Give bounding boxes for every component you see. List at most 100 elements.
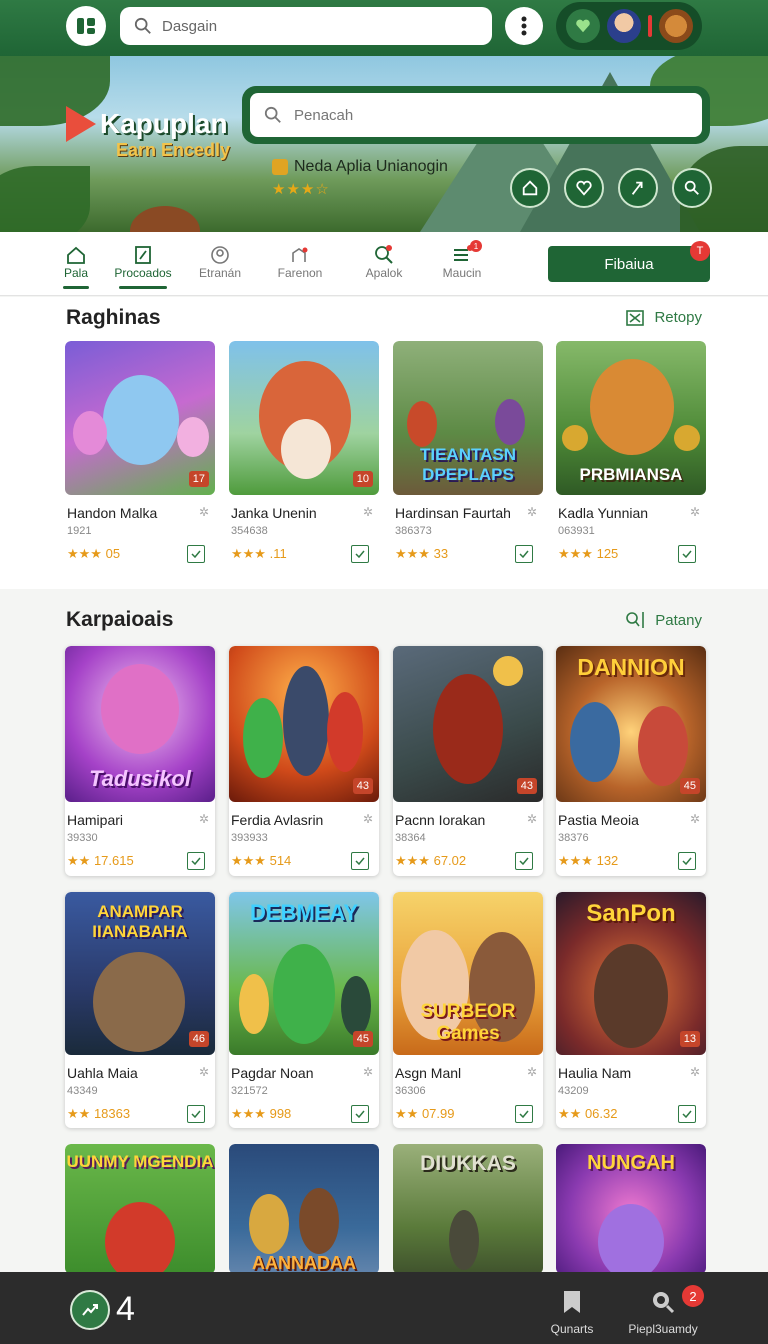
tab-apalok[interactable]: Apalok	[348, 244, 420, 289]
list-icon	[426, 244, 498, 266]
game-card[interactable]: PRBMIANSA Kadla Yunnian ✲ 063931 ★★★ 125	[556, 341, 706, 563]
more-menu-button[interactable]	[505, 7, 543, 45]
favorite-button[interactable]	[564, 168, 604, 208]
game-card[interactable]: TIEANTASN DPEPLAPS Hardinsan Faurtah ✲ 38…	[393, 341, 543, 563]
section-link-label: Retopy	[654, 309, 702, 326]
pin-icon[interactable]: ✲	[199, 505, 209, 519]
game-tag: 13	[679, 1031, 700, 1047]
pin-icon[interactable]: ✲	[690, 812, 700, 826]
bottom-tab-label: Piepl3uamdy	[628, 1322, 698, 1336]
game-card[interactable]: NUNGAH	[556, 1144, 706, 1274]
tab-procoados[interactable]: Procoados	[107, 244, 179, 289]
game-card[interactable]: SURBEOR Games Asgn Manl ✲ 36306 ★★ 07.99	[393, 892, 543, 1128]
game-card[interactable]: 43 Ferdia Avlasrin ✲ 393933 ★★★ 514	[229, 646, 379, 876]
pet-avatar[interactable]	[658, 9, 693, 43]
game-card[interactable]: DANNION 45 Pastia Meoia ✲ 38376 ★★★ 132	[556, 646, 706, 876]
pin-icon[interactable]: ✲	[690, 1065, 700, 1079]
game-stars: ★★★	[231, 853, 266, 868]
share-button[interactable]	[618, 168, 658, 208]
game-card[interactable]: Tadusikol Hamipari ✲ 39330 ★★ 17.615	[65, 646, 215, 876]
section-link[interactable]: Patany	[625, 611, 702, 629]
pin-icon[interactable]: ✲	[199, 1065, 209, 1079]
search-icon	[684, 180, 699, 195]
game-card[interactable]: 17 Handon Malka ✲ 1921 ★★★ 05	[65, 341, 215, 563]
pin-icon[interactable]: ✲	[363, 812, 373, 826]
game-card[interactable]: ANAMPAR IIANABAHA 46 Uahla Maia ✲ 43349 ★…	[65, 892, 215, 1128]
game-thumbnail: 43	[393, 646, 543, 802]
top-search-input[interactable]: Dasgain	[120, 7, 492, 45]
game-rating: 18363	[93, 1106, 131, 1121]
game-name: Handon Malka	[67, 505, 158, 521]
game-card[interactable]: DIUKKAS	[393, 1144, 543, 1274]
checkbox-icon[interactable]	[678, 545, 696, 563]
trend-icon	[82, 1304, 98, 1316]
game-name: Janka Unenin	[231, 505, 317, 521]
hero-search-input[interactable]: Penacah	[250, 93, 702, 137]
checkbox-icon[interactable]	[187, 545, 205, 563]
game-thumbnail: TIEANTASN DPEPLAPS	[393, 341, 543, 495]
tab-etranan[interactable]: Etranán	[184, 244, 256, 289]
pin-icon[interactable]: ✲	[363, 1065, 373, 1079]
game-meta: 063931	[558, 525, 595, 537]
pin-icon[interactable]: ✲	[527, 505, 537, 519]
avatar[interactable]	[606, 9, 641, 43]
checkbox-icon[interactable]	[678, 1105, 696, 1123]
tab-label: Etranán	[198, 266, 242, 280]
tab-label: Apalok	[365, 266, 403, 280]
game-card[interactable]: 43 Pacnn Iorakan ✲ 38364 ★★★ 67.02	[393, 646, 543, 876]
checkbox-icon[interactable]	[351, 852, 369, 870]
game-stars: ★★	[558, 1106, 582, 1121]
game-thumbnail: ANAMPAR IIANABAHA 46	[65, 892, 215, 1055]
checkbox-icon[interactable]	[187, 852, 205, 870]
game-tag: 43	[352, 778, 373, 794]
game-name: Pagdar Noan	[231, 1065, 314, 1081]
home-button[interactable]	[510, 168, 550, 208]
trend-button[interactable]	[70, 1290, 110, 1330]
pin-icon[interactable]: ✲	[690, 505, 700, 519]
pin-icon[interactable]: ✲	[527, 1065, 537, 1079]
thumbnail-title: SURBEOR Games	[420, 1001, 516, 1044]
checkbox-icon[interactable]	[515, 852, 533, 870]
account-avatars[interactable]	[556, 2, 702, 50]
game-thumbnail: 10	[229, 341, 379, 495]
game-tag: 46	[188, 1031, 209, 1047]
bottom-tab-qunarts[interactable]: Qunarts	[527, 1288, 617, 1336]
tab-maucin[interactable]: Maucin	[426, 244, 498, 289]
home-icon	[40, 244, 112, 266]
pin-icon[interactable]: ✲	[363, 505, 373, 519]
checkbox-icon[interactable]	[678, 852, 696, 870]
game-thumbnail: 43	[229, 646, 379, 802]
heart-icon[interactable]	[565, 9, 600, 43]
checkbox-icon[interactable]	[351, 545, 369, 563]
game-card[interactable]: SanPon 13 Haulia Nam ✲ 43209 ★★ 06.32	[556, 892, 706, 1128]
game-card[interactable]: AANNADAA	[229, 1144, 379, 1274]
game-card[interactable]: UUNMY MGENDIA	[65, 1144, 215, 1274]
section-link[interactable]: Retopy	[626, 309, 702, 326]
top-bar: Dasgain	[0, 0, 768, 56]
game-stars: ★★★	[395, 853, 430, 868]
game-stars: ★★	[67, 853, 91, 868]
tab-pala[interactable]: Pala	[40, 244, 112, 289]
pin-icon[interactable]: ✲	[199, 812, 209, 826]
checkbox-icon[interactable]	[515, 1105, 533, 1123]
game-thumbnail: UUNMY MGENDIA	[65, 1144, 215, 1274]
game-name: Hardinsan Faurtah	[395, 505, 511, 521]
checkbox-icon[interactable]	[187, 1105, 205, 1123]
featured-app[interactable]: Neda Aplia Unianogin	[272, 158, 448, 176]
filter-button[interactable]: Fibaiua	[548, 246, 710, 282]
tab-farenon[interactable]: Farenon	[264, 244, 336, 289]
tab-label: Procoados	[114, 266, 172, 280]
checkbox-icon[interactable]	[351, 1105, 369, 1123]
bookmark-icon	[527, 1288, 617, 1316]
pin-icon[interactable]: ✲	[527, 812, 537, 826]
edit-icon	[107, 244, 179, 266]
share-icon	[631, 181, 643, 195]
checkbox-icon[interactable]	[515, 545, 533, 563]
search-button[interactable]	[672, 168, 712, 208]
featured-app-rating: ★★★☆	[272, 181, 330, 198]
search-icon	[348, 244, 420, 266]
game-card[interactable]: 10 Janka Unenin ✲ 354638 ★★★ .11	[229, 341, 379, 563]
close-box-icon	[626, 309, 645, 326]
app-logo-icon[interactable]	[66, 6, 106, 46]
game-card[interactable]: DEBMEAY 45 Pagdar Noan ✲ 321572 ★★★ 998	[229, 892, 379, 1128]
